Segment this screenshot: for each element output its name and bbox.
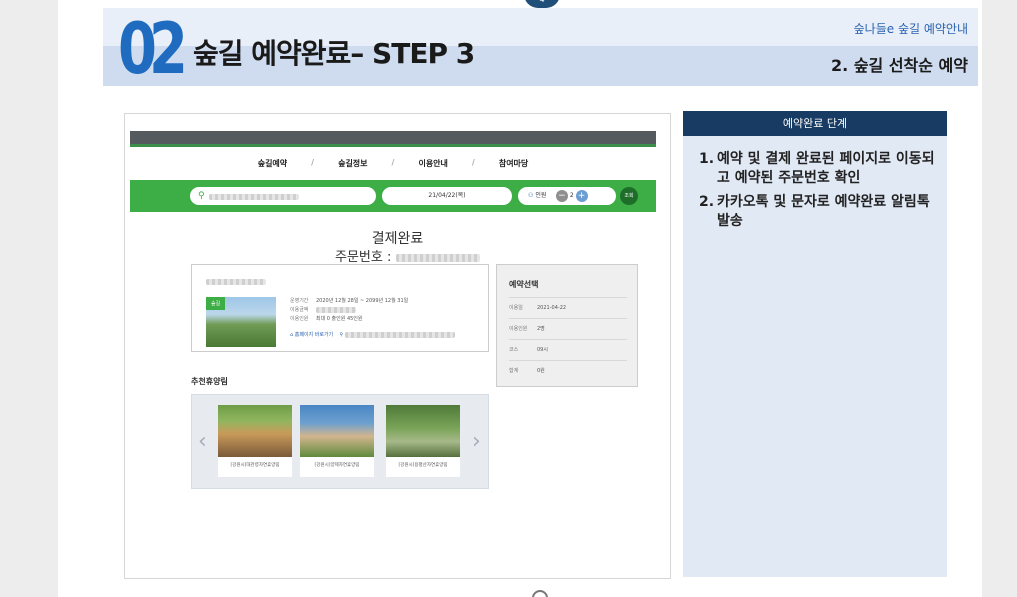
recommend-item[interactable]: [강원시]용평산자연휴양림 xyxy=(386,405,460,477)
step-item: 1. 예약 및 결제 완료된 페이지로 이동되고 예약된 주문번호 확인 xyxy=(699,151,935,186)
people-count: 2 xyxy=(569,192,574,199)
chevron-right-icon[interactable]: › xyxy=(472,429,481,454)
home-icon: ⌂ xyxy=(290,332,294,338)
forest-thumbnail xyxy=(386,405,460,457)
steps-panel: 예약완료 단계 1. 예약 및 결제 완료된 페이지로 이동되고 예약된 주문번… xyxy=(683,111,947,577)
summary-row: 이용인원 2명 xyxy=(509,318,627,332)
reservation-card: 숲길 운영기간 2020년 12월 28일 ~ 2099년 12월 31일 이용금… xyxy=(191,264,489,352)
forest-thumbnail xyxy=(300,405,374,457)
people-label: 인원 xyxy=(535,192,547,199)
location-input[interactable]: ⚲ xyxy=(190,187,376,205)
location-pin-icon: ⚲ xyxy=(339,332,344,338)
person-icon: ⚇ xyxy=(528,192,534,199)
search-bar: ⚲ 21/04/22(목) ⚇ 인원 − 2 + 조회 xyxy=(130,180,656,212)
nav-item-guide[interactable]: 이용안내 xyxy=(404,158,461,176)
reservation-summary: 예약선택 이용일 2021-04-22 이용인원 2명 코스 09시 합계 0원 xyxy=(496,264,638,387)
header-subtitle: 숲나들e 숲길 예약안내 xyxy=(853,22,968,36)
recommend-carousel: ‹ [강원시]대관령자연휴양림 [강원시]양제자연휴양림 [강원시]용평산자연휴… xyxy=(191,394,489,489)
nav-item-trail-reservation[interactable]: 숲길예약 xyxy=(244,158,301,176)
trail-thumbnail: 숲길 xyxy=(206,297,276,347)
panel-title: 예약완료 단계 xyxy=(683,111,947,136)
location-pin-icon: ⚲ xyxy=(198,191,205,201)
recommend-title: 추천휴양림 xyxy=(191,377,228,386)
summary-row: 합계 0원 xyxy=(509,360,627,374)
chevron-left-icon[interactable]: ‹ xyxy=(198,429,207,454)
forest-thumbnail xyxy=(218,405,292,457)
search-button[interactable]: 조회 xyxy=(620,187,638,205)
page-title: 숲길 예약완료– STEP 3 xyxy=(193,37,475,70)
trail-tag: 숲길 xyxy=(206,297,226,310)
summary-row: 이용일 2021-04-22 xyxy=(509,297,627,311)
site-top-bar xyxy=(130,131,656,147)
steps-list: 1. 예약 및 결제 완료된 페이지로 이동되고 예약된 주문번호 확인 2. … xyxy=(683,136,947,231)
nav-item-trail-info[interactable]: 숲길정보 xyxy=(324,158,381,176)
section-number: 02 xyxy=(118,8,188,90)
recommend-item[interactable]: [강원시]대관령자연휴양림 xyxy=(218,405,292,477)
order-number: 주문번호 : xyxy=(335,246,480,265)
payment-complete-title: 결제완료 xyxy=(371,231,424,247)
homepage-link[interactable]: 홈페이지 바로가기 xyxy=(295,332,333,338)
card-links: ⌂ 홈페이지 바로가기 ⚲ xyxy=(290,331,455,338)
website-screenshot: 숲길예약 / 숲길정보 / 이용안내 / 참여마당 ⚲ 21/04/22(목) … xyxy=(124,113,671,579)
plus-button[interactable]: + xyxy=(575,189,588,202)
date-input[interactable]: 21/04/22(목) xyxy=(382,187,512,205)
summary-row: 코스 09시 xyxy=(509,339,627,353)
people-stepper[interactable]: ⚇ 인원 − 2 + xyxy=(518,187,616,205)
site-nav: 숲길예약 / 숲길정보 / 이용안내 / 참여마당 xyxy=(130,158,656,176)
summary-title: 예약선택 xyxy=(509,280,539,289)
nav-item-community[interactable]: 참여마당 xyxy=(485,158,542,176)
minus-button[interactable]: − xyxy=(555,189,568,202)
recommend-item[interactable]: [강원시]양제자연휴양림 xyxy=(300,405,374,477)
section-header: 02 숲길 예약완료– STEP 3 숲나들e 숲길 예약안내 2. 숲길 선착… xyxy=(103,8,978,86)
trail-info: 운영기간 2020년 12월 28일 ~ 2099년 12월 31일 이용금액 이… xyxy=(290,298,409,322)
section-name: 2. 숲길 선착순 예약 xyxy=(831,56,968,75)
step-item: 2. 카카오톡 및 문자로 예약완료 알림톡 발송 xyxy=(699,194,930,229)
